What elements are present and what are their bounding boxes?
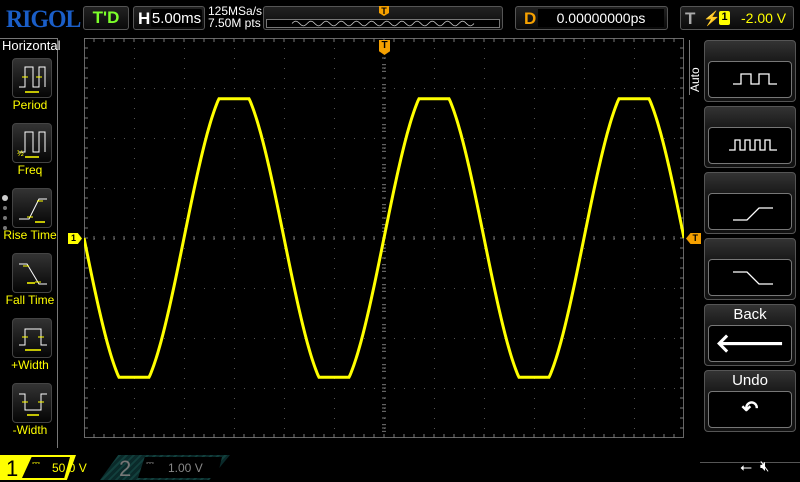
fall-time-label: Fall Time [5, 293, 55, 307]
fall-time-auto-button[interactable] [704, 238, 796, 300]
minus-width-icon [12, 383, 52, 423]
delay-key: D [524, 9, 537, 28]
page-indicator [3, 226, 7, 230]
page-indicator-active [2, 195, 8, 201]
page-indicator [3, 206, 7, 210]
ch2-scale: 1.00 V [168, 461, 203, 475]
back-arrow-icon: 🡐 [708, 325, 792, 362]
minus-width-label: -Width [12, 423, 48, 437]
period-auto-button[interactable] [704, 40, 796, 102]
measure-plus-width-item[interactable]: +Width [0, 318, 60, 378]
menu-title: Horizontal [2, 38, 61, 53]
undo-button[interactable]: Undo ↶ [704, 370, 796, 432]
delay-value: 0.00000000ps [538, 9, 664, 27]
timebase-display[interactable]: H 5.00ms [133, 6, 205, 30]
undo-label: Undo [732, 372, 768, 389]
square-wave-icon [733, 73, 777, 85]
freq-label: Freq [17, 163, 43, 177]
period-label: Period [12, 98, 48, 112]
ch1-number: 1 [6, 456, 19, 481]
dc-coupling-icon: ⎓ [32, 458, 40, 469]
measure-fall-time-item[interactable]: Fall Time [0, 253, 60, 313]
rigol-logo: RIGOL [5, 6, 81, 33]
freq-auto-button[interactable] [704, 106, 796, 168]
rise-time-label: Rise Time [3, 228, 57, 242]
plus-width-icon [12, 318, 52, 358]
trigger-key: T [685, 9, 696, 28]
rising-edge-icon: ⚡ [703, 10, 721, 26]
back-label: Back [733, 306, 767, 323]
usb-icon: ⭠ [740, 459, 753, 476]
trigger-display[interactable]: T ⚡ 1 -2.00 V [680, 6, 794, 30]
trigger-source: 1 [719, 11, 730, 25]
plus-width-label: +Width [11, 358, 49, 372]
rising-edge-icon [733, 207, 773, 221]
undo-icon: ↶ [708, 391, 792, 428]
ch1-level-marker: 1 [68, 233, 82, 244]
timebase-value: 5.00ms [151, 9, 202, 27]
back-button[interactable]: Back 🡐 [704, 304, 796, 366]
rise-time-icon [12, 188, 52, 228]
ch1-scale: 50.0 V [52, 461, 87, 475]
fall-time-icon [12, 253, 52, 293]
auto-tab[interactable]: Auto [688, 67, 702, 92]
measure-freq-item[interactable]: ½ Freq [0, 123, 60, 183]
period-icon [12, 58, 52, 98]
run-state-button[interactable]: T'D [83, 6, 129, 30]
trigger-level-marker: T [686, 233, 701, 244]
rise-time-auto-button[interactable] [704, 172, 796, 234]
measure-rise-time-item[interactable]: Rise Time [0, 188, 60, 248]
freq-icon: ½ [12, 123, 52, 163]
horizontal-key: H [138, 9, 151, 28]
ch2-number: 2 [119, 456, 132, 481]
memory-depth: 7.50M pts [208, 16, 261, 30]
delay-display[interactable]: D 0.00000000ps [515, 6, 668, 30]
falling-edge-icon [733, 271, 773, 285]
waveform-grid [84, 38, 684, 438]
dc-coupling-icon: ⎓ [146, 458, 154, 469]
trigger-level: -2.00 V [741, 10, 787, 26]
page-indicator [3, 216, 7, 220]
measure-minus-width-item[interactable]: -Width [0, 383, 60, 443]
speaker-muted-icon[interactable]: 🔇︎ [760, 458, 769, 475]
acquisition-info: 125MSa/s 7.50M pts [208, 5, 262, 29]
svg-text:½: ½ [17, 149, 24, 158]
overview-waveform [266, 19, 500, 28]
measure-period-item[interactable]: Period [0, 58, 60, 118]
fast-square-wave-icon [729, 139, 777, 151]
